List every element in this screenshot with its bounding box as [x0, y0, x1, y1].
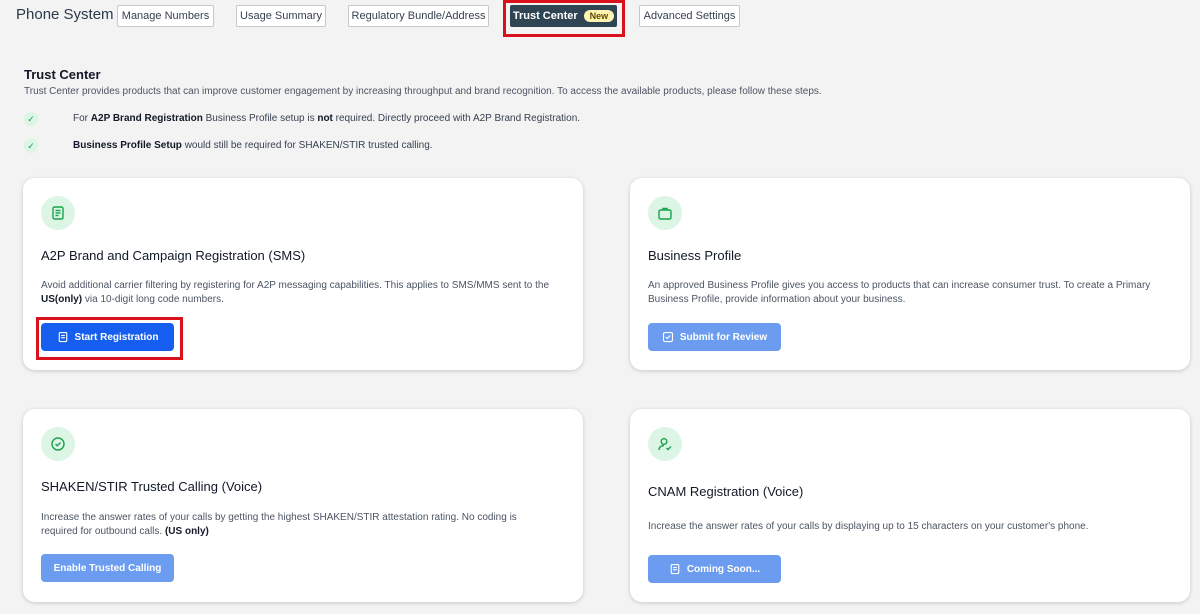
verified-badge-icon: [41, 427, 75, 461]
button-label: Enable Trusted Calling: [53, 562, 162, 574]
briefcase-icon: [648, 196, 682, 230]
card-title: CNAM Registration (Voice): [648, 484, 804, 499]
step-business-profile: Business Profile Setup would still be re…: [73, 140, 433, 151]
coming-soon-button[interactable]: Coming Soon...: [648, 555, 781, 583]
tab-label: Regulatory Bundle/Address: [351, 10, 486, 22]
tab-label: Manage Numbers: [121, 10, 210, 22]
tab-advanced-settings[interactable]: Advanced Settings: [639, 5, 740, 27]
check-icon: ✓: [24, 139, 38, 153]
checkbox-icon: [662, 331, 673, 343]
user-check-icon: [648, 427, 682, 461]
tab-usage-summary[interactable]: Usage Summary: [236, 5, 326, 27]
section-description: Trust Center provides products that can …: [24, 86, 822, 97]
card-cnam-registration: CNAM Registration (Voice) Increase the a…: [630, 409, 1190, 602]
top-navigation: Phone System Manage Numbers Usage Summar…: [0, 0, 1200, 37]
check-icon: ✓: [24, 112, 38, 126]
card-title: Business Profile: [648, 248, 742, 263]
card-shaken-stir: SHAKEN/STIR Trusted Calling (Voice) Incr…: [23, 409, 583, 602]
card-description: Avoid additional carrier filtering by re…: [41, 280, 550, 305]
tab-label: Usage Summary: [240, 10, 322, 22]
card-description: Increase the answer rates of your calls …: [648, 521, 1089, 532]
tab-manage-numbers[interactable]: Manage Numbers: [117, 5, 214, 27]
button-label: Submit for Review: [679, 331, 768, 343]
page-brand-title: Phone System: [16, 6, 114, 23]
document-icon: [670, 563, 680, 575]
tab-label: Advanced Settings: [643, 10, 736, 22]
tab-regulatory-bundle[interactable]: Regulatory Bundle/Address: [348, 5, 489, 27]
section-title: Trust Center: [24, 67, 101, 82]
enable-trusted-calling-button[interactable]: Enable Trusted Calling: [41, 554, 174, 582]
card-title: SHAKEN/STIR Trusted Calling (Voice): [41, 479, 263, 494]
card-description: Increase the answer rates of your calls …: [41, 512, 517, 537]
card-title: A2P Brand and Campaign Registration (SMS…: [41, 248, 306, 263]
tab-label: Trust Center: [512, 10, 578, 22]
card-description: An approved Business Profile gives you a…: [648, 280, 1151, 305]
submit-for-review-button[interactable]: Submit for Review: [648, 323, 781, 351]
button-label: Start Registration: [74, 331, 159, 343]
document-icon: [41, 196, 75, 230]
document-icon: [58, 331, 67, 343]
card-a2p-registration: A2P Brand and Campaign Registration (SMS…: [23, 178, 583, 370]
new-badge: New: [583, 10, 615, 22]
step-a2p: For A2P Brand Registration Business Prof…: [73, 113, 581, 124]
button-label: Coming Soon...: [686, 563, 761, 575]
tab-trust-center[interactable]: Trust Center New: [510, 5, 617, 27]
start-registration-button[interactable]: Start Registration: [41, 323, 174, 351]
card-business-profile: Business Profile An approved Business Pr…: [630, 178, 1190, 370]
